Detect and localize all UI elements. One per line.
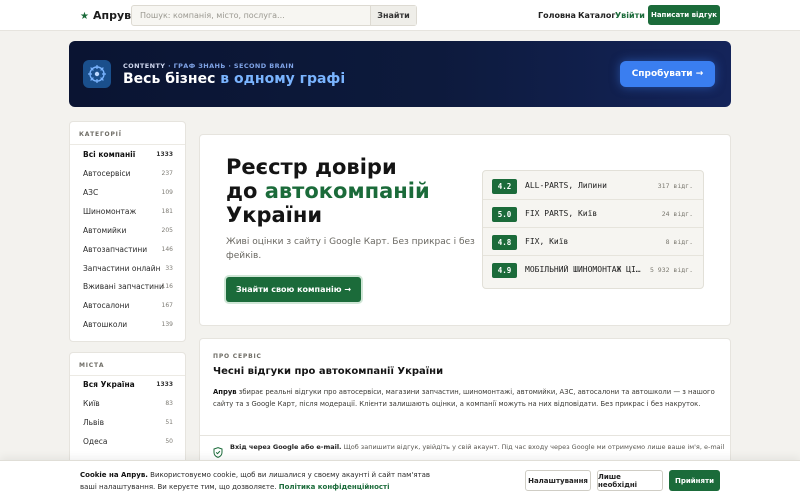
category-count: 139 [161,321,173,328]
nav-home[interactable]: Головна [538,11,576,20]
logo[interactable]: ★ Апрув [80,9,131,22]
cookie-title: Cookie на Апрув. [80,471,148,479]
category-count: 116 [161,283,173,290]
rating-row[interactable]: 4.9 МОБІЛЬНИЙ ШИНОМОНТАЖ ЦІЛОДОБОВО 5 93… [483,257,703,284]
search-box: Знайти [131,5,417,26]
category-count: 237 [161,170,173,177]
rating-row[interactable]: 5.0 FIX PARTS, Київ 24 відг. [483,201,703,228]
category-label: Вживані запчастини [83,282,164,291]
try-button[interactable]: Спробувати → [620,61,715,87]
city-label: Київ [83,399,100,408]
category-count: 146 [161,246,173,253]
find-company-button[interactable]: Знайти свою компанію → [226,277,361,302]
rating-badge: 5.0 [492,207,517,222]
categories-panel: КАТЕГОРІЇ Всі компанії 1333 Автосервіси … [69,121,186,342]
rating-row[interactable]: 4.8 FIX, Київ 8 відг. [483,229,703,256]
rating-company: FIX, Київ [525,237,569,246]
banner-kicker-rest: · ГРАФ ЗНАНЬ · SECOND BRAIN [168,62,295,70]
login-note-body: Щоб запишити відгук, увійдіть у свій ака… [343,443,725,451]
category-label: Шиномонтаж [83,207,137,216]
category-count: 167 [161,302,173,309]
hero-card: Реєстр довіри до автокомпаній України Жи… [199,134,731,326]
hero-title: Реєстр довіри до автокомпаній України [226,155,430,227]
category-label: Автозапчастини [83,245,148,254]
about-card: ПРО СЕРВІС Чесні відгуки про автокомпані… [199,338,731,478]
rating-badge: 4.2 [492,179,517,194]
category-count: 205 [161,227,173,234]
banner-kicker: CONTENTY · ГРАФ ЗНАНЬ · SECOND BRAIN [123,62,294,70]
login-note-bold: Вхід через Google або e-mail. [230,443,342,451]
cookie-text: Cookie на Апрув. Використовуємо cookie, … [80,469,440,493]
city-count: 51 [165,419,173,426]
about-title: Чесні відгуки про автокомпанії України [213,366,444,377]
rating-badge: 4.9 [492,263,517,278]
category-label: Автосервіси [83,169,131,178]
login-note: Вхід через Google або e-mail. Щоб запиши… [230,443,725,451]
cookie-banner: Cookie на Апрув. Використовуємо cookie, … [0,460,800,500]
hero-title-line2: до автокомпаній [226,179,430,203]
search-input[interactable] [132,6,370,25]
hero-title-line2-green: автокомпаній [264,179,430,203]
rating-company: FIX PARTS, Київ [525,209,598,218]
city-count: 83 [165,400,173,407]
top-header: ★Апрув Знайти Головна Каталог Увійти Нап… [0,0,800,31]
city-count: 50 [165,438,173,445]
star-icon: ★ [80,11,89,22]
nav-login[interactable]: Увійти [615,11,645,20]
city-label: Львів [83,418,104,427]
category-count: 33 [165,265,173,272]
about-text: Апрув збирає реальні відгуки про автосер… [213,386,718,410]
banner-title-highlight: в одному графі [220,71,346,87]
cookie-accept-button[interactable]: Прийняти [669,470,720,491]
city-label: Одеса [83,437,108,446]
hero-title-line2-plain: до [226,179,258,203]
cookie-necessary-button[interactable]: Лише необхідні [597,470,663,491]
cities-title: МІСТА [79,362,105,369]
rating-count: 24 відг. [661,210,693,218]
hero-subtitle: Живі оцінки з сайту і Google Карт. Без п… [226,237,475,261]
rating-row[interactable]: 4.2 ALL-PARTS, Липини 317 відг. [483,173,703,200]
rating-company: ALL-PARTS, Липини [525,181,607,190]
divider [200,435,730,436]
nav-catalog[interactable]: Каталог [578,11,616,20]
banner-title-plain: Весь бізнес [123,71,216,87]
logo-text: Апрув [92,9,132,22]
divider [70,144,185,145]
cookie-settings-button[interactable]: Налаштування [525,470,591,491]
banner-kicker-brand: CONTENTY [123,62,166,70]
about-brand: Апрув [213,388,237,396]
graph-icon [83,60,111,88]
category-count: 1333 [156,151,173,158]
hero-title-line1: Реєстр довіри [226,155,397,179]
ratings-list: 4.2 ALL-PARTS, Липини 317 відг. 5.0 FIX … [482,170,704,289]
divider [70,375,185,376]
promo-banner[interactable]: CONTENTY · ГРАФ ЗНАНЬ · SECOND BRAIN Вес… [69,41,731,107]
search-button[interactable]: Знайти [370,6,416,25]
city-count: 1333 [156,381,173,388]
rating-company: МОБІЛЬНИЙ ШИНОМОНТАЖ ЦІЛОДОБОВО [525,265,643,274]
about-kicker: ПРО СЕРВІС [213,353,262,360]
hero-title-line3: України [226,203,323,227]
rating-count: 5 932 відг. [649,266,693,274]
privacy-policy-link[interactable]: Політика конфіденційності [279,483,390,491]
category-count: 181 [161,208,173,215]
cities-panel: МІСТА Вся Україна 1333 Київ 83 Львів 51 … [69,352,186,472]
write-review-button[interactable]: Написати відгук [648,5,720,25]
category-label: Автошколи [83,320,128,329]
rating-badge: 4.8 [492,235,517,250]
category-label: Запчастини онлайн [83,264,161,273]
about-body: збирає реальні відгуки про автосервіси, … [213,388,715,408]
category-count: 109 [161,189,173,196]
category-label: Автосалони [83,301,130,310]
banner-title: Весь бізнес в одному графі [123,71,345,87]
rating-count: 8 відг. [665,238,693,246]
category-label: Автомийки [83,226,127,235]
categories-title: КАТЕГОРІЇ [79,131,122,138]
rating-count: 317 відг. [657,182,693,190]
category-label: АЗС [83,188,99,197]
